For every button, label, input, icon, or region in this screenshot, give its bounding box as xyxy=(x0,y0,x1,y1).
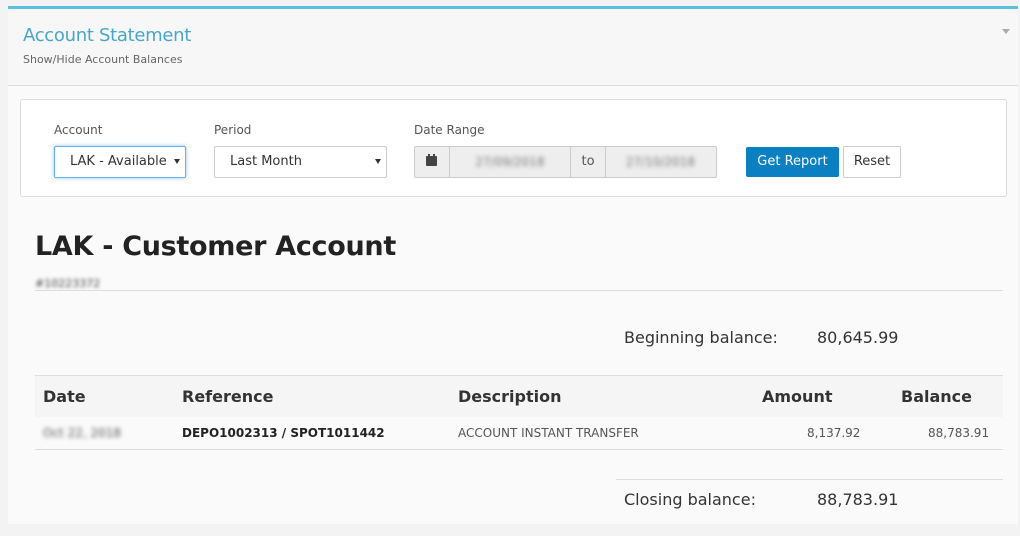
date-range-picker[interactable]: 27/09/2018 to 27/10/2018 xyxy=(414,146,717,178)
show-hide-balances-link[interactable]: Show/Hide Account Balances xyxy=(23,53,182,66)
account-title: LAK - Customer Account xyxy=(35,231,396,262)
column-header-balance: Balance xyxy=(901,387,972,406)
closing-balance-value: 88,783.91 xyxy=(817,490,899,509)
beginning-balance-label: Beginning balance: xyxy=(624,328,778,347)
column-header-amount: Amount xyxy=(762,387,833,406)
date-from-input[interactable]: 27/09/2018 xyxy=(450,147,570,177)
period-select[interactable]: Last Month xyxy=(214,146,387,178)
column-header-reference: Reference xyxy=(182,387,274,406)
date-to-input[interactable]: 27/10/2018 xyxy=(605,147,716,177)
row-reference: DEPO1002313 / SPOT1011442 xyxy=(182,426,385,440)
account-statement-panel: Account Statement Show/Hide Account Bala… xyxy=(8,6,1018,524)
account-number: #10223372 xyxy=(35,277,101,290)
row-date: Oct 22, 2018 xyxy=(43,426,121,440)
divider xyxy=(616,479,1003,480)
date-from-value: 27/09/2018 xyxy=(475,155,545,169)
column-header-description: Description xyxy=(458,387,562,406)
calendar-icon xyxy=(426,154,437,166)
calendar-addon[interactable] xyxy=(415,147,450,177)
beginning-balance-value: 80,645.99 xyxy=(817,328,899,347)
panel-title: Account Statement xyxy=(23,25,192,46)
table-header-row: Date Reference Description Amount Balanc… xyxy=(35,375,1003,418)
closing-balance-label: Closing balance: xyxy=(624,490,756,509)
account-label: Account xyxy=(54,123,103,137)
row-amount: 8,137.92 xyxy=(807,426,861,440)
row-description: ACCOUNT INSTANT TRANSFER xyxy=(458,426,639,440)
period-label: Period xyxy=(214,123,252,137)
date-range-label: Date Range xyxy=(414,123,485,137)
date-to-value: 27/10/2018 xyxy=(625,155,696,169)
row-balance: 88,783.91 xyxy=(928,426,990,440)
divider xyxy=(35,290,1003,291)
panel-header[interactable]: Account Statement Show/Hide Account Bala… xyxy=(8,9,1018,86)
filter-form: Account LAK - Available Period Last Mont… xyxy=(20,99,1007,197)
get-report-button[interactable]: Get Report xyxy=(746,147,839,177)
reset-button[interactable]: Reset xyxy=(843,146,901,178)
caret-down-icon xyxy=(174,159,180,164)
column-header-date: Date xyxy=(43,387,86,406)
chevron-down-icon[interactable] xyxy=(1002,29,1010,34)
account-select-value: LAK - Available xyxy=(70,154,167,169)
table-row: Oct 22, 2018 DEPO1002313 / SPOT1011442 A… xyxy=(35,417,1003,450)
caret-down-icon xyxy=(375,159,381,164)
account-select[interactable]: LAK - Available xyxy=(54,146,186,178)
period-select-value: Last Month xyxy=(230,154,302,169)
date-to-addon: to xyxy=(570,147,606,177)
